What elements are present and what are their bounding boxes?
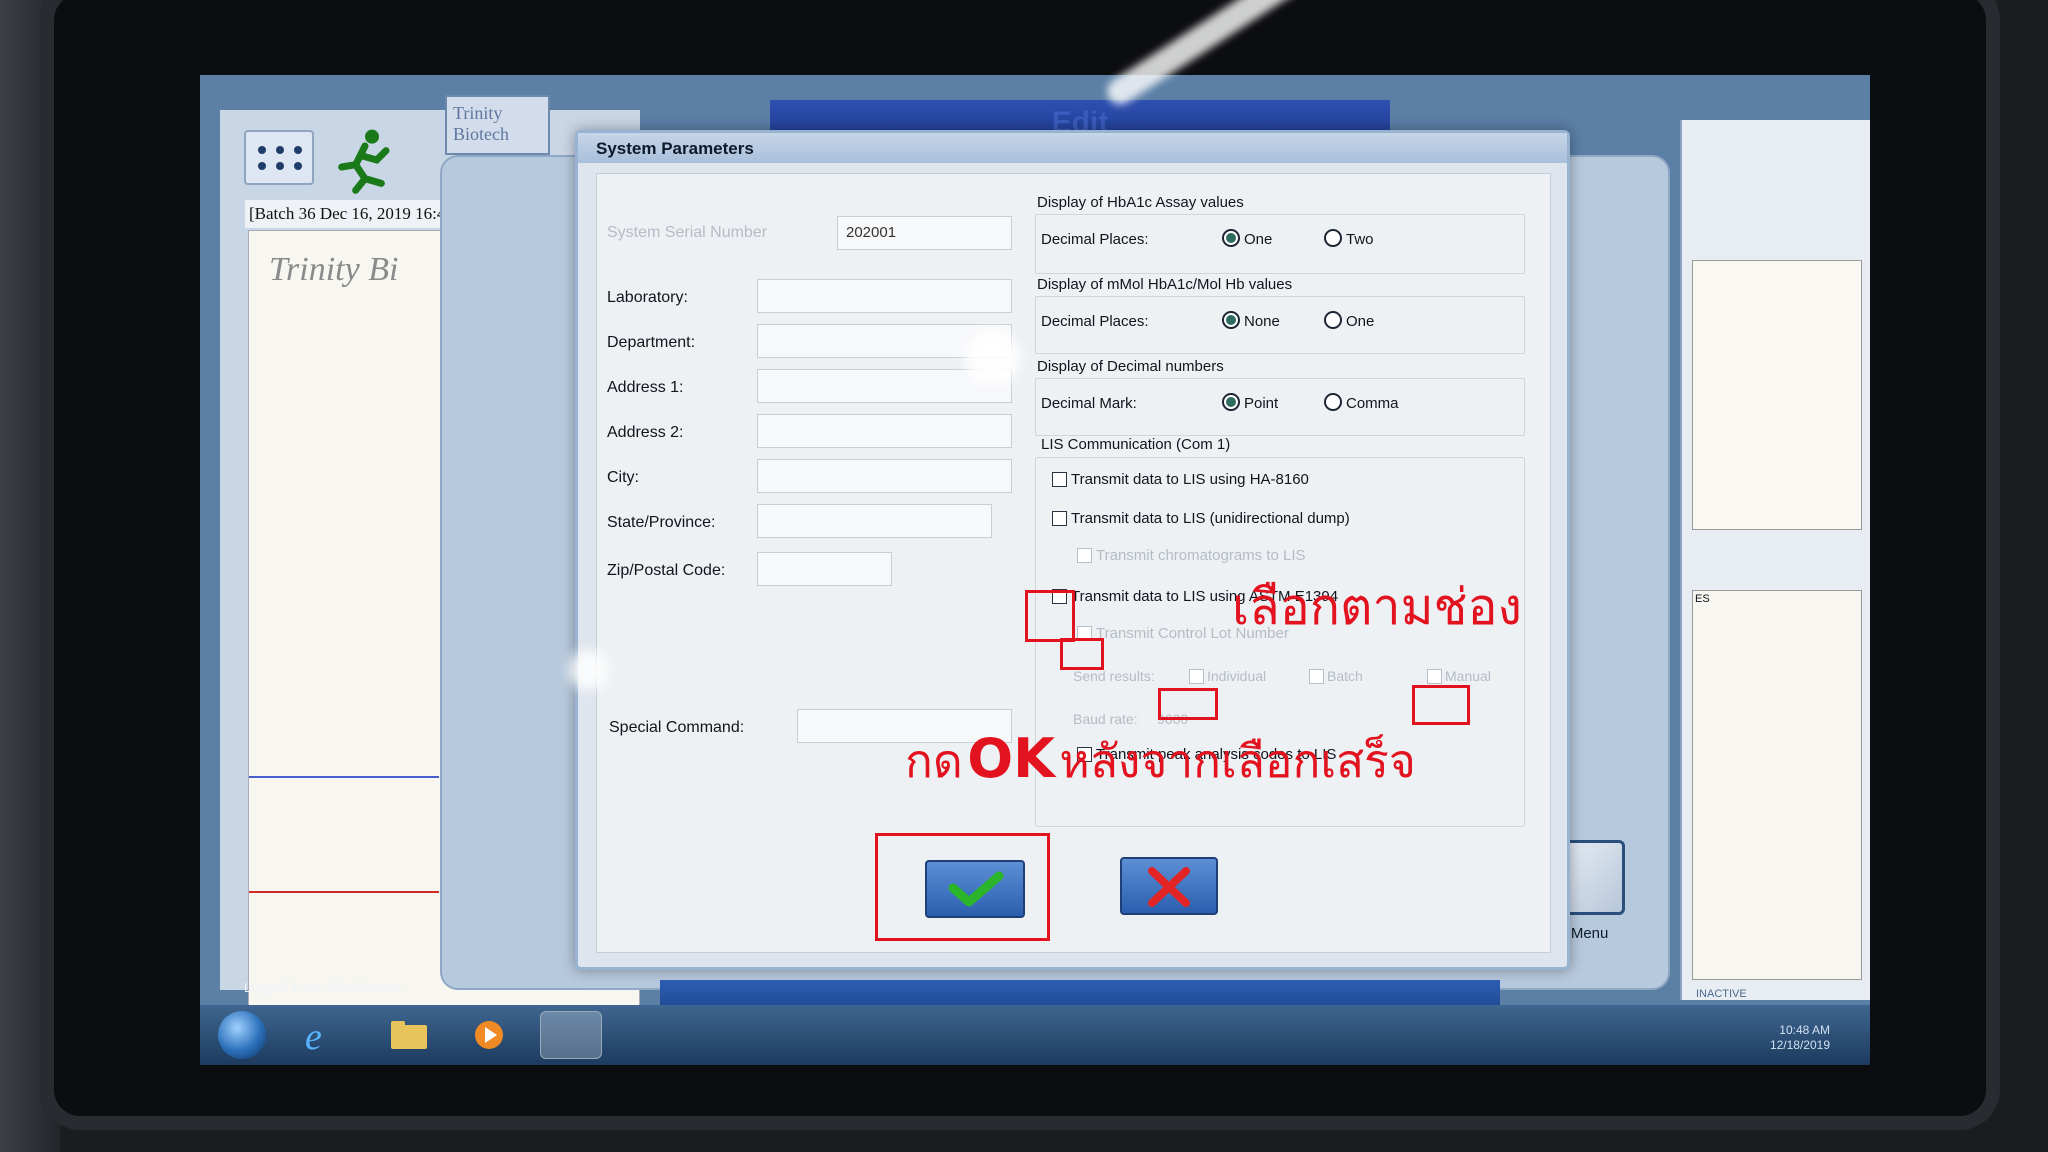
list-header: ES [1695, 593, 1710, 605]
hba1c-two-label: Two [1346, 231, 1374, 248]
annotation-box-ok [875, 833, 1050, 941]
decimal-point-label: Point [1244, 395, 1279, 412]
annotation-press-ok: กด OK หลังจากเลือกเสร็จ [905, 725, 1416, 798]
decimal-radio-comma[interactable] [1324, 393, 1342, 411]
hba1c-group-title: Display of HbA1c Assay values [1037, 194, 1244, 211]
svg-text:e: e [305, 1016, 322, 1057]
decimal-comma-label: Comma [1346, 395, 1399, 412]
taskbar: e 10:48 AM 12/18/2019 [200, 1005, 1870, 1065]
state-field[interactable] [757, 504, 992, 538]
right-list: ES [1692, 590, 1862, 980]
lis-unidirectional-checkbox[interactable] [1052, 511, 1067, 526]
chart-title: Trinity Bi [269, 251, 399, 288]
mmol-group: Decimal Places: None One [1035, 296, 1525, 354]
mmol-none-label: None [1244, 313, 1280, 330]
city-label: City: [607, 469, 639, 486]
state-label: State/Province: [607, 514, 716, 531]
laboratory-label: Laboratory: [607, 289, 688, 306]
hba1c-group: Decimal Places: One Two [1035, 214, 1525, 274]
send-manual-checkbox[interactable] [1427, 669, 1442, 684]
special-command-label: Special Command: [609, 719, 745, 736]
trinity-app-icon[interactable] [540, 1011, 602, 1059]
address2-label: Address 2: [607, 424, 684, 441]
serial-number-field: 202001 [837, 216, 1012, 250]
decimal-group: Decimal Mark: Point Comma [1035, 378, 1525, 436]
screen-glare [965, 330, 1020, 385]
internet-explorer-icon[interactable]: e [295, 1013, 343, 1057]
lis-group-title: LIS Communication (Com 1) [1041, 436, 1231, 453]
dialog-title: System Parameters [578, 133, 1567, 163]
lis-chromatograms-label: Transmit chromatograms to LIS [1096, 547, 1306, 564]
city-field[interactable] [757, 459, 1012, 493]
address2-field[interactable] [757, 414, 1012, 448]
dialog-body: System Serial Number 202001 Laboratory: … [596, 173, 1551, 953]
trinity-logo: Trinity Biotech [445, 95, 550, 155]
annotation-press-prefix: กด [905, 734, 963, 788]
run-icon[interactable] [330, 125, 400, 195]
screen-glare [568, 650, 608, 690]
right-app-panel: ES INACTIVE [1680, 120, 1870, 1000]
lis-chromatograms-checkbox[interactable] [1077, 548, 1092, 563]
media-player-icon[interactable] [465, 1013, 513, 1057]
hba1c-decimal-label: Decimal Places: [1041, 231, 1149, 248]
x-icon [1148, 867, 1190, 907]
send-batch-label: Batch [1327, 668, 1363, 684]
mmol-radio-none[interactable] [1222, 311, 1240, 329]
chart-line-red [249, 891, 439, 893]
decimal-mark-label: Decimal Mark: [1041, 395, 1137, 412]
hba1c-radio-one[interactable] [1222, 229, 1240, 247]
lis-ha8160-label: Transmit data to LIS using HA-8160 [1071, 471, 1309, 488]
hba1c-one-label: One [1244, 231, 1273, 248]
chart-line-blue [249, 776, 439, 778]
annotation-box-individual [1158, 688, 1218, 720]
folder-icon[interactable] [385, 1013, 433, 1057]
zip-field[interactable] [757, 552, 892, 586]
annotation-press-suffix: หลังจากเลือกเสร็จ [1059, 734, 1416, 788]
lis-ha8160-checkbox[interactable] [1052, 472, 1067, 487]
clock-date: 12/18/2019 [1769, 1038, 1830, 1052]
annotation-ok-word: OK [967, 727, 1055, 790]
laboratory-field[interactable] [757, 279, 1012, 313]
send-manual-label: Manual [1445, 668, 1491, 684]
decimal-group-title: Display of Decimal numbers [1037, 358, 1224, 375]
hba1c-radio-two[interactable] [1324, 229, 1342, 247]
mmol-group-title: Display of mMol HbA1c/Mol Hb values [1037, 276, 1293, 293]
mmol-one-label: One [1346, 313, 1375, 330]
serial-number-label: System Serial Number [607, 224, 768, 241]
lis-unidirectional-label: Transmit data to LIS (unidirectional dum… [1071, 510, 1350, 527]
send-batch-checkbox[interactable] [1309, 669, 1324, 684]
annotation-box-manual [1412, 685, 1470, 725]
right-graph [1692, 260, 1862, 530]
send-results-label: Send results: [1073, 668, 1155, 684]
annotation-box-astm [1025, 590, 1075, 642]
grid-menu-icon[interactable] [244, 130, 314, 185]
annotation-box-control-lot [1060, 638, 1104, 670]
cancel-button[interactable] [1120, 857, 1218, 915]
send-individual-checkbox[interactable] [1189, 669, 1204, 684]
annotation-select-boxes: เลือกตามช่อง [1232, 578, 1522, 636]
clock-time: 10:48 AM [1779, 1023, 1830, 1037]
department-label: Department: [607, 334, 696, 351]
windows-start-icon[interactable] [218, 1011, 266, 1059]
status-inactive: INACTIVE [1696, 988, 1747, 1000]
zip-label: Zip/Postal Code: [607, 562, 726, 579]
mmol-radio-one[interactable] [1324, 311, 1342, 329]
send-individual-label: Individual [1207, 668, 1267, 684]
mmol-decimal-label: Decimal Places: [1041, 313, 1149, 330]
logged-in-label: Logged in as: Administrator [244, 980, 402, 995]
decimal-radio-point[interactable] [1222, 393, 1240, 411]
address1-label: Address 1: [607, 379, 684, 396]
system-parameters-dialog: System Parameters System Serial Number 2… [575, 130, 1570, 970]
system-tray-clock[interactable]: 10:48 AM 12/18/2019 [1770, 1023, 1830, 1053]
